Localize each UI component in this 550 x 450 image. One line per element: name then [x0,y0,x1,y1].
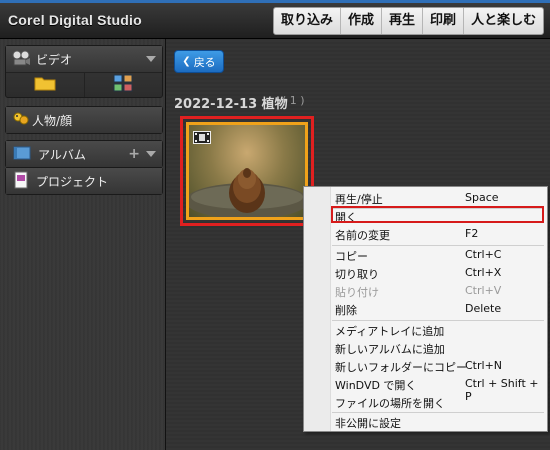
people-item[interactable]: 人物/顔 [6,107,162,133]
ctx-label: WinDVD で開く [335,379,417,392]
ctx-shortcut: Ctrl+V [465,284,502,297]
project-item[interactable]: プロジェクト [6,168,162,194]
ctx-label: 貼り付け [335,286,379,299]
section-count: ( 1 ) [282,94,305,107]
chevron-down-icon[interactable] [146,151,156,157]
album-panel: アルバム + [5,140,163,168]
ctx-shortcut: Delete [465,302,502,315]
project-panel: プロジェクト [5,167,163,195]
ctx-label: 再生/停止 [335,193,383,206]
main-menu: 取り込み 作成 再生 印刷 人と楽しむ [273,7,545,35]
title-bar: Corel Digital Studio 取り込み 作成 再生 印刷 人と楽しむ [0,3,550,39]
people-panel: 人物/顔 [5,106,163,134]
back-arrow-icon: ❮ [182,56,191,67]
people-icon [12,111,30,130]
ctx-open-file-location[interactable]: ファイルの場所を開く [304,393,547,411]
app-title: Corel Digital Studio [8,12,142,28]
ctx-label: 名前の変更 [335,229,390,242]
video-label: ビデオ [36,52,73,67]
video-header[interactable]: ビデオ [6,46,162,73]
project-label: プロジェクト [36,174,109,189]
ctx-label: 新しいフォルダーにコピー [335,361,467,374]
video-panel: ビデオ [5,45,163,98]
menu-print[interactable]: 印刷 [423,8,465,34]
video-badge-icon [193,129,211,148]
ctx-add-new-album[interactable]: 新しいアルバムに追加 [304,339,547,357]
open-highlight [331,206,544,223]
ctx-label: 切り取り [335,268,379,281]
sidebar: ビデオ 人物/顔 アルバム + プロジェクト [0,39,166,450]
context-menu: 再生/停止 Space 開く 名前の変更 F2 コピー Ctrl+C 切り取り … [303,186,548,432]
ctx-shortcut: Ctrl+N [465,359,503,372]
ctx-delete[interactable]: 削除 Delete [304,300,547,318]
ctx-label: コピー [335,250,368,263]
menu-play[interactable]: 再生 [382,8,424,34]
thumbnail-highlight [180,116,314,226]
album-icon [12,146,32,163]
back-label: 戻る [193,55,216,69]
ctx-shortcut: Ctrl+X [465,266,502,279]
project-icon [12,171,30,192]
ctx-label: ファイルの場所を開く [335,397,445,410]
ctx-label: 新しいアルバムに追加 [335,343,445,356]
chevron-down-icon[interactable] [146,56,156,62]
menu-share[interactable]: 人と楽しむ [464,8,543,34]
section-title: 2022-12-13 植物 [174,97,288,112]
album-header[interactable]: アルバム + [6,141,162,167]
grid-icon [113,74,133,96]
ctx-copy-new-folder[interactable]: 新しいフォルダーにコピー Ctrl+N [304,357,547,375]
back-button[interactable]: ❮ 戻る [174,50,224,73]
ctx-label: 非公開に設定 [335,417,401,430]
menu-import[interactable]: 取り込み [274,8,342,34]
ctx-set-private[interactable]: 非公開に設定 [304,413,547,431]
ctx-open-windvd[interactable]: WinDVD で開く Ctrl + Shift + P [304,375,547,403]
folder-button[interactable] [6,73,85,97]
ctx-rename[interactable]: 名前の変更 F2 [304,225,547,243]
media-thumbnail[interactable] [186,122,308,220]
folder-icon [34,75,56,95]
ctx-label: 削除 [335,304,357,317]
ctx-shortcut: Space [465,191,499,204]
film-reel-icon [12,50,30,69]
ctx-paste: 貼り付け Ctrl+V [304,282,547,300]
people-label: 人物/顔 [32,113,73,128]
ctx-add-media-tray[interactable]: メディアトレイに追加 [304,321,547,339]
grid-view-button[interactable] [85,73,163,97]
ctx-label: メディアトレイに追加 [335,325,445,338]
ctx-cut[interactable]: 切り取り Ctrl+X [304,264,547,282]
ctx-shortcut: F2 [465,227,479,240]
add-album-icon[interactable]: + [128,146,140,162]
video-button-row [6,73,162,97]
ctx-copy[interactable]: コピー Ctrl+C [304,246,547,264]
ctx-play-stop[interactable]: 再生/停止 Space [304,189,547,207]
menu-create[interactable]: 作成 [341,8,383,34]
album-label: アルバム [38,147,86,162]
ctx-shortcut: Ctrl+C [465,248,502,261]
